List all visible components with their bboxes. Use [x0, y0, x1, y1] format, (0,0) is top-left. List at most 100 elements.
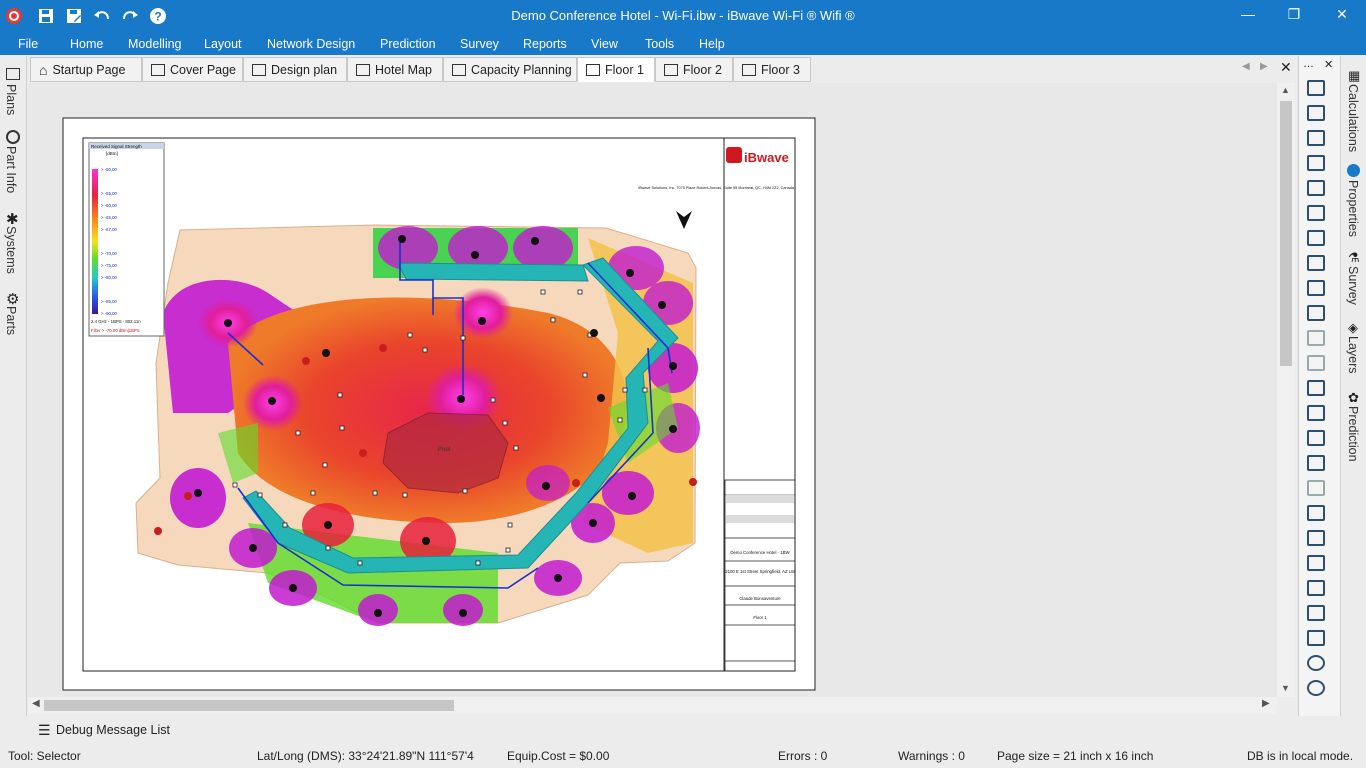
legend-value: > -60,00 [101, 203, 117, 208]
status-bar: Tool: Selector Lat/Long (DMS): 33°24'21.… [0, 745, 1366, 768]
tab-floor-2[interactable]: Floor 2 [655, 57, 733, 82]
signal-legend: Received Signal Strength [dBm] > -50,00 … [88, 142, 165, 337]
bring-to-front-icon[interactable] [1307, 230, 1325, 246]
close-tab-icon[interactable]: ✕ [1280, 59, 1292, 76]
project-name: Demo Conference Hotel - 1BW [730, 550, 790, 555]
vertical-scroll-thumb[interactable] [1280, 101, 1292, 366]
floor-plan-icon [742, 63, 756, 76]
align-middle-icon[interactable] [1307, 180, 1325, 196]
horizontal-scrollbar[interactable]: ◀ ▶ [28, 697, 1277, 714]
layers-icon: ◈ [1348, 320, 1358, 335]
status-tool: Tool: Selector [8, 749, 81, 763]
rotate-left-icon[interactable] [1307, 655, 1325, 671]
flip-vertical-icon[interactable] [1307, 630, 1325, 646]
distribute-icon[interactable] [1307, 430, 1325, 446]
align-right-icon[interactable] [1307, 130, 1325, 146]
tab-capacity-planning[interactable]: Capacity Planning [443, 57, 577, 82]
overflow-icon[interactable]: … [1303, 58, 1314, 70]
vertical-scrollbar[interactable]: ▲ ▼ [1277, 83, 1295, 697]
menu-survey[interactable]: Survey [460, 37, 499, 51]
bring-forward-icon[interactable] [1307, 280, 1325, 296]
add-icon[interactable] [1307, 555, 1325, 571]
menu-network-design[interactable]: Network Design [267, 37, 355, 51]
panel-tab-part-info[interactable]: Part Info [4, 146, 18, 193]
legend-value: > -85,00 [101, 299, 117, 304]
floor-name: Floor 1 [753, 615, 767, 620]
tab-scroll-left-icon[interactable]: ◀ [1242, 61, 1250, 72]
scroll-right-icon[interactable]: ▶ [1262, 698, 1270, 709]
flip-horizontal-icon[interactable] [1307, 605, 1325, 621]
status-cost: Equip.Cost = $0.00 [507, 749, 610, 763]
menu-layout[interactable]: Layout [204, 37, 242, 51]
ungroup-icon[interactable] [1307, 355, 1325, 371]
tab-design-plan[interactable]: Design plan [243, 57, 347, 82]
menu-file[interactable]: File [18, 37, 38, 51]
scroll-up-icon[interactable]: ▲ [1281, 85, 1290, 95]
horizontal-scroll-thumb[interactable] [44, 700, 454, 711]
title-bar: ? Demo Conference Hotel - Wi-Fi.ibw - iB… [0, 0, 1366, 32]
tab-hotel-map[interactable]: Hotel Map [347, 57, 443, 82]
debug-panel-tab[interactable]: ☰ Debug Message List [28, 717, 1338, 743]
align-bottom-icon[interactable] [1307, 205, 1325, 221]
panel-tab-parts[interactable]: Parts [4, 306, 18, 335]
fit-icon[interactable] [1307, 405, 1325, 421]
panel-tab-systems[interactable]: Systems [4, 226, 18, 274]
align-left-icon[interactable] [1307, 80, 1325, 96]
group-icon[interactable] [1307, 330, 1325, 346]
tab-floor-3[interactable]: Floor 3 [733, 57, 811, 82]
delete-icon[interactable] [1307, 580, 1325, 596]
menu-home[interactable]: Home [70, 37, 103, 51]
close-toolbar-icon[interactable]: ✕ [1324, 58, 1333, 71]
tab-label: Floor 2 [683, 62, 722, 77]
window-title: Demo Conference Hotel - Wi-Fi.ibw - iBwa… [511, 8, 855, 23]
legend-value: > -70,00 [101, 251, 117, 256]
legend-filter: Filter > -70.00 dBm|1BPS [91, 328, 140, 333]
status-page-size: Page size = 21 inch x 16 inch [997, 749, 1154, 763]
tab-cover-page[interactable]: Cover Page [142, 57, 243, 82]
scroll-down-icon[interactable]: ▼ [1281, 683, 1290, 693]
calculations-icon: ▦ [1348, 68, 1361, 83]
menu-tools[interactable]: Tools [645, 37, 674, 51]
panel-tab-survey[interactable]: Survey [1346, 266, 1360, 305]
send-backward-icon[interactable] [1307, 305, 1325, 321]
floor-plan-icon [664, 63, 678, 76]
drawing-canvas[interactable]: Pool Received Signal Strength [dBm] > -5… [28, 83, 1277, 697]
close-window-icon[interactable]: ✕ [1330, 6, 1354, 26]
panel-tab-calculations[interactable]: Calculations [1346, 84, 1360, 152]
menu-prediction[interactable]: Prediction [380, 37, 436, 51]
tab-label: Floor 1 [605, 62, 644, 77]
floor-plan-icon [586, 63, 600, 76]
menu-bar: File Home Modelling Layout Network Desig… [0, 32, 1366, 55]
menu-help[interactable]: Help [699, 37, 725, 51]
send-to-back-icon[interactable] [1307, 255, 1325, 271]
document-tabs: ⌂ Startup Page Cover Page Design plan Hot… [28, 56, 1297, 82]
align-center-icon[interactable] [1307, 105, 1325, 121]
split-icon[interactable] [1307, 505, 1325, 521]
scroll-left-icon[interactable]: ◀ [32, 698, 40, 709]
tab-label: Design plan [271, 62, 338, 77]
explode-icon[interactable] [1307, 530, 1325, 546]
align-top-icon[interactable] [1307, 155, 1325, 171]
magnet-icon[interactable] [1307, 480, 1325, 496]
restore-icon[interactable]: ❐ [1282, 6, 1306, 26]
legend-value: > -75,00 [101, 263, 117, 268]
crop-icon[interactable] [1307, 455, 1325, 471]
menu-reports[interactable]: Reports [523, 37, 567, 51]
corner-icon[interactable] [1307, 380, 1325, 396]
panel-tab-prediction[interactable]: Prediction [1346, 406, 1360, 462]
legend-value: > -67,00 [101, 227, 117, 232]
panel-tab-properties[interactable]: Properties [1346, 180, 1360, 237]
tab-startup-page[interactable]: ⌂ Startup Page [30, 57, 142, 82]
prediction-icon: ✿ [1348, 390, 1359, 405]
floor-plan-sheet[interactable]: Pool Received Signal Strength [dBm] > -5… [28, 83, 1277, 697]
menu-view[interactable]: View [591, 37, 618, 51]
panel-tab-plans[interactable]: Plans [4, 84, 18, 115]
legend-title: Received Signal Strength [91, 144, 142, 149]
tab-label: Cover Page [170, 62, 237, 77]
tab-scroll-right-icon[interactable]: ▶ [1260, 61, 1268, 72]
menu-modelling[interactable]: Modelling [128, 37, 182, 51]
minimize-icon[interactable]: — [1236, 6, 1260, 26]
rotate-right-icon[interactable] [1307, 680, 1325, 696]
panel-tab-layers[interactable]: Layers [1346, 336, 1360, 374]
tab-floor-1[interactable]: Floor 1 [577, 57, 655, 82]
